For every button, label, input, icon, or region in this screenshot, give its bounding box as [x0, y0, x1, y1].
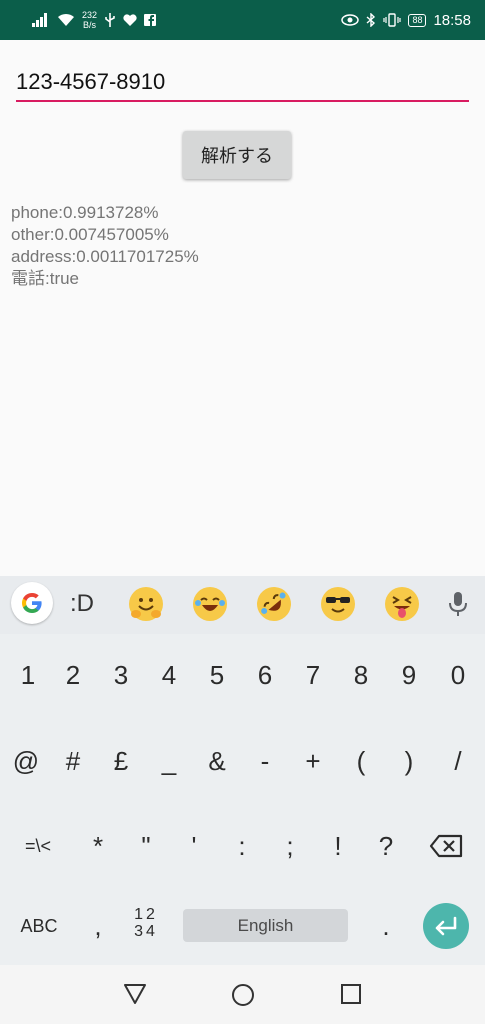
key-slash[interactable]: /: [434, 731, 482, 791]
phone-input[interactable]: [16, 64, 469, 100]
network-speed: 232 B/s: [82, 10, 98, 30]
input-underline: [16, 100, 469, 102]
key-3[interactable]: 3: [97, 645, 145, 705]
analyze-button[interactable]: 解析する: [183, 131, 291, 179]
key-double-quote[interactable]: ": [122, 816, 170, 876]
back-icon[interactable]: [123, 983, 147, 1010]
key-underscore[interactable]: _: [145, 731, 193, 791]
key-colon[interactable]: :: [218, 816, 266, 876]
laughing-tears-icon[interactable]: [193, 586, 227, 622]
key-minus[interactable]: -: [241, 731, 289, 791]
results-list: phone:0.9913728% other:0.007457005% addr…: [11, 202, 199, 290]
heart-icon: [123, 13, 137, 27]
home-icon[interactable]: [231, 983, 255, 1012]
numpad-key[interactable]: 12 34: [128, 906, 164, 946]
result-line: 電話:true: [11, 269, 80, 288]
battery-level: 88: [408, 13, 427, 27]
abc-key[interactable]: ABC: [14, 896, 64, 956]
key-asterisk[interactable]: *: [74, 816, 122, 876]
key-comma[interactable]: ,: [74, 896, 122, 956]
wifi-icon: [57, 13, 75, 27]
key-6[interactable]: 6: [241, 645, 289, 705]
backspace-icon: [429, 834, 463, 858]
status-bar: 232 B/s 88 18:58: [0, 0, 485, 40]
result-line: address:0.0011701725%: [11, 247, 199, 266]
enter-icon: [435, 916, 457, 936]
key-question[interactable]: ?: [362, 816, 410, 876]
key-period[interactable]: .: [362, 896, 410, 956]
key-single-quote[interactable]: ': [170, 816, 218, 876]
enter-key[interactable]: [423, 903, 469, 949]
keyboard: 1 2 3 4 5 6 7 8 9 0 @ # £ _ & - + ( ) / …: [0, 634, 485, 965]
eye-icon: [341, 14, 360, 26]
key-1[interactable]: 1: [4, 645, 52, 705]
key-more-symbols[interactable]: =\<: [14, 816, 62, 876]
result-line: phone:0.9913728%: [11, 203, 159, 222]
key-2[interactable]: 2: [49, 645, 97, 705]
recents-icon[interactable]: [340, 983, 362, 1010]
phone-input-container: [16, 64, 469, 104]
google-icon[interactable]: [11, 582, 53, 624]
navigation-bar: [0, 965, 485, 1024]
clock: 18:58: [433, 11, 471, 29]
sunglasses-face-icon[interactable]: [321, 586, 355, 622]
key-ampersand[interactable]: &: [193, 731, 241, 791]
key-semicolon[interactable]: ;: [266, 816, 314, 876]
space-key[interactable]: English: [183, 909, 348, 942]
key-exclamation[interactable]: !: [314, 816, 362, 876]
signal-icon: [32, 13, 50, 27]
key-at[interactable]: @: [2, 731, 50, 791]
bluetooth-icon: [366, 13, 376, 27]
key-7[interactable]: 7: [289, 645, 337, 705]
key-plus[interactable]: +: [289, 731, 337, 791]
rolling-laughing-icon[interactable]: [250, 580, 298, 628]
key-close-paren[interactable]: ): [385, 731, 433, 791]
backspace-key[interactable]: [422, 816, 470, 876]
vibrate-icon: [383, 13, 402, 27]
hugging-face-icon[interactable]: [129, 586, 163, 622]
key-5[interactable]: 5: [193, 645, 241, 705]
key-8[interactable]: 8: [337, 645, 385, 705]
tongue-squint-icon[interactable]: [385, 586, 419, 622]
keyboard-suggestion-bar: :D: [0, 576, 485, 634]
key-hash[interactable]: #: [49, 731, 97, 791]
key-open-paren[interactable]: (: [337, 731, 385, 791]
key-9[interactable]: 9: [385, 645, 433, 705]
key-pound[interactable]: £: [97, 731, 145, 791]
key-0[interactable]: 0: [434, 645, 482, 705]
result-line: other:0.007457005%: [11, 225, 169, 244]
key-4[interactable]: 4: [145, 645, 193, 705]
microphone-icon[interactable]: [446, 590, 470, 623]
facebook-icon: [144, 14, 157, 26]
usb-icon: [104, 13, 116, 27]
suggestion-text[interactable]: :D: [70, 586, 94, 622]
